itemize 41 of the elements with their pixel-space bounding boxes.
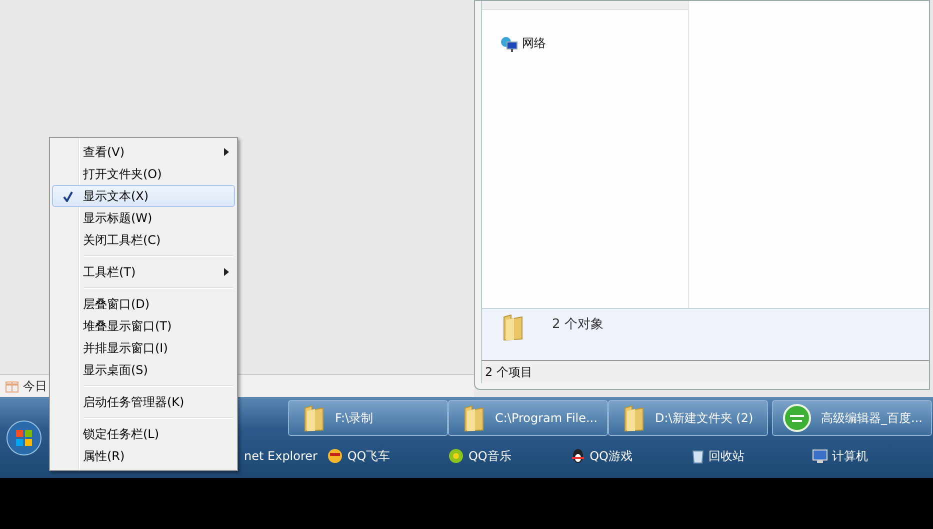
folder-icon (463, 404, 485, 432)
folder-icon (303, 404, 325, 432)
quick-launch-item[interactable]: QQ游戏 (590, 448, 632, 464)
status-text: 2 个项目 (485, 364, 532, 380)
folder-icon (502, 313, 524, 341)
menu-item[interactable]: 工具栏(T) (52, 261, 235, 283)
menu-item[interactable]: 打开文件夹(O) (52, 163, 235, 185)
gift-icon (5, 379, 19, 393)
submenu-arrow-icon (224, 148, 228, 156)
menu-item[interactable]: 属性(R) (52, 445, 235, 467)
music-disc-icon (448, 448, 464, 464)
penguin-icon (570, 448, 586, 464)
submenu-arrow-icon (224, 268, 228, 276)
menu-item[interactable]: 显示桌面(S) (52, 359, 235, 381)
quick-launch-item[interactable]: QQ音乐 (468, 448, 512, 464)
folder-icon (623, 404, 645, 432)
menu-item[interactable]: 关闭工具栏(C) (52, 229, 235, 251)
recycle-bin-icon (690, 448, 705, 464)
quick-launch-item[interactable]: 计算机 (832, 448, 868, 464)
start-orb-icon[interactable] (6, 420, 42, 456)
network-icon (500, 36, 518, 52)
toolbar-label: 今日 (23, 378, 47, 394)
browser-logo-icon (783, 404, 811, 432)
taskbar-window-button[interactable]: F:\录制 (288, 400, 448, 436)
menu-item[interactable]: 显示文本(X) (52, 185, 235, 207)
menu-item[interactable]: 查看(V) (52, 141, 235, 163)
menu-item[interactable]: 堆叠显示窗口(T) (52, 315, 235, 337)
taskbar-window-button[interactable]: 高级编辑器_百度... (772, 400, 932, 436)
taskbar-window-button[interactable]: D:\新建文件夹 (2) (608, 400, 768, 436)
quick-launch-item[interactable]: 回收站 (708, 448, 745, 464)
quick-launch-item[interactable]: QQ飞车 (347, 448, 390, 464)
menu-item[interactable]: 显示标题(W) (52, 207, 235, 229)
menu-item[interactable]: 并排显示窗口(I) (52, 337, 235, 359)
taskbar-window-button[interactable]: C:\Program File... (448, 400, 608, 436)
item-count-summary: 2 个对象 (552, 316, 604, 334)
nav-item[interactable]: 网络 (522, 35, 546, 52)
computer-icon (812, 448, 828, 464)
menu-item[interactable]: 锁定任务栏(L) (52, 423, 235, 445)
menu-item[interactable]: 启动任务管理器(K) (52, 391, 235, 413)
quick-launch-item[interactable]: net Explorer (244, 449, 318, 463)
menu-item[interactable]: 层叠窗口(D) (52, 293, 235, 315)
